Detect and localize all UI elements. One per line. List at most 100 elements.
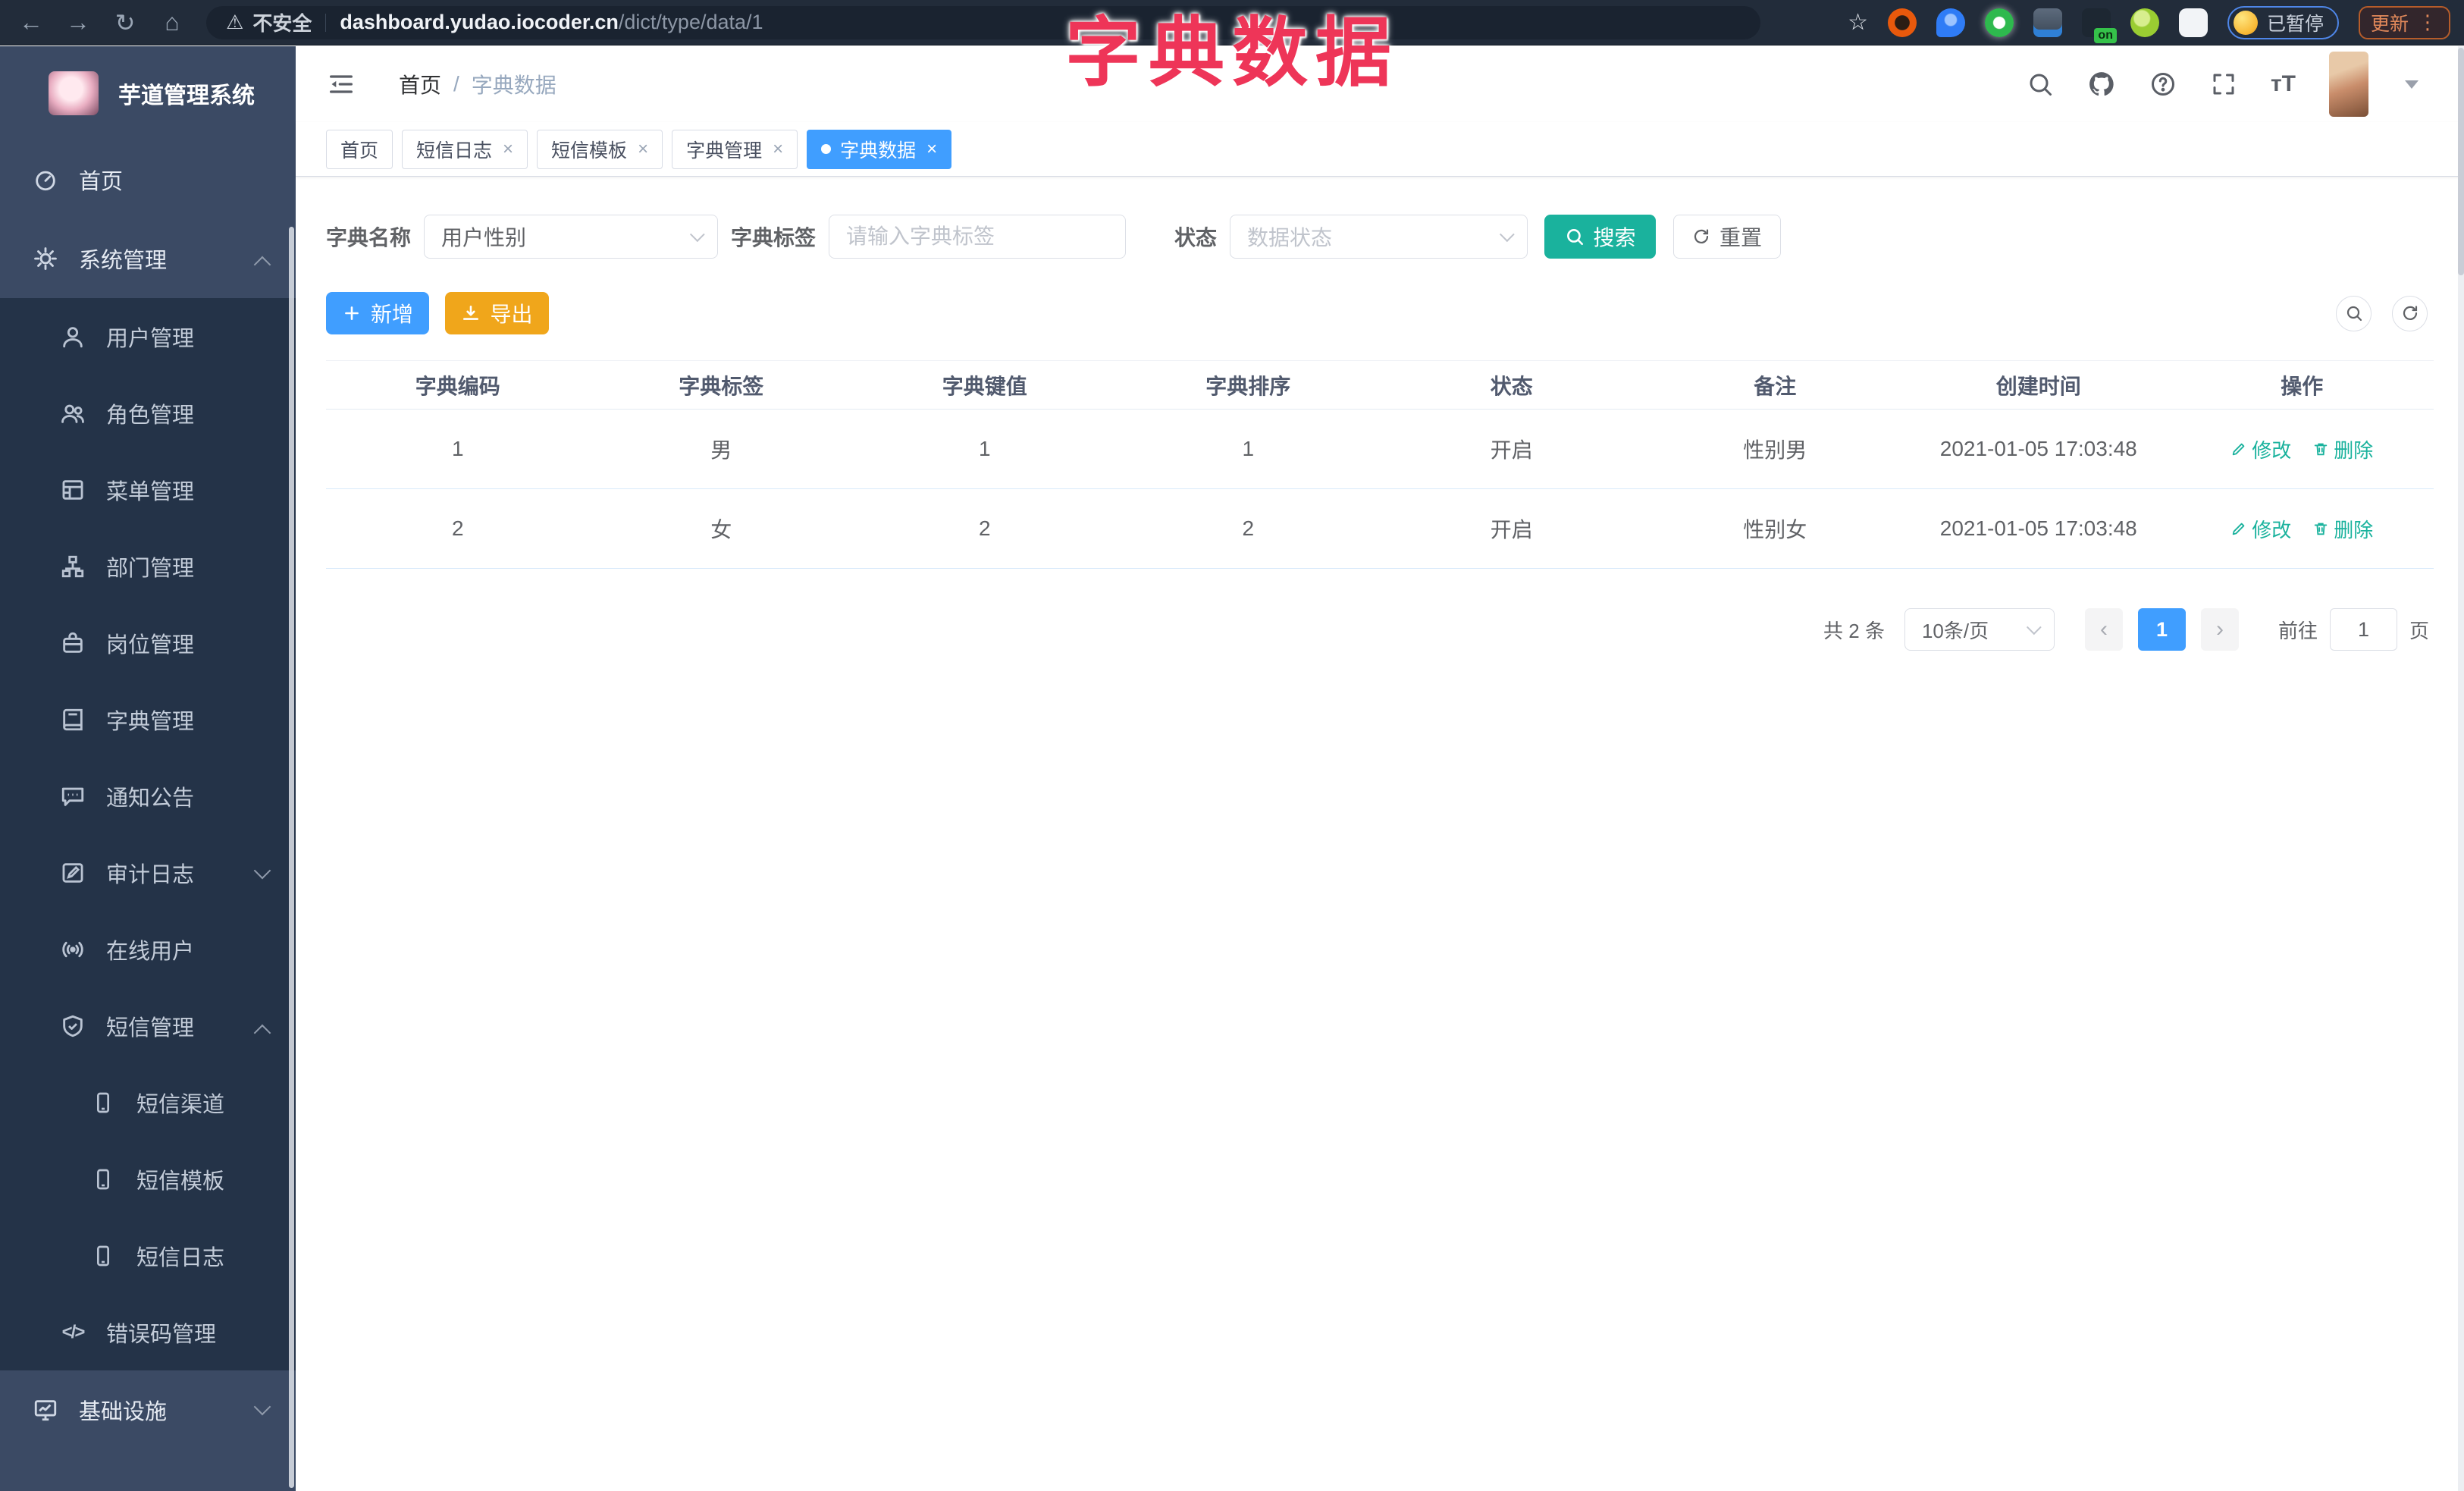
extensions-puzzle-icon[interactable] [2178, 8, 2208, 37]
chevron-down-icon [689, 227, 705, 243]
next-page-button[interactable]: › [2200, 608, 2239, 651]
book-icon [59, 707, 86, 733]
sidebar-item-menu-mgmt[interactable]: 菜单管理 [0, 451, 296, 528]
address-bar[interactable]: ⚠ 不安全 dashboard.yudao.iocoder.cn /dict/t… [206, 5, 1760, 39]
extension-icon-tampermonkey[interactable]: on [2081, 8, 2117, 43]
help-icon[interactable] [2149, 71, 2177, 98]
sidebar-item-infra[interactable]: 基础设施 [0, 1370, 296, 1449]
browser-menu-kebab-icon[interactable]: ⋮ [2418, 11, 2438, 34]
hide-search-button[interactable] [2336, 295, 2372, 331]
phone-icon [89, 1091, 117, 1115]
close-icon[interactable]: × [773, 139, 783, 160]
breadcrumb-home[interactable]: 首页 [399, 69, 441, 99]
refresh-table-button[interactable] [2392, 295, 2428, 331]
column-header: 字典编码 [415, 374, 500, 398]
user-avatar[interactable] [2329, 52, 2368, 117]
font-size-icon[interactable]: ᴛT [2271, 71, 2296, 97]
goto-page-input[interactable] [2329, 608, 2397, 651]
close-icon[interactable]: × [638, 139, 648, 160]
extension-on-badge: on [2094, 27, 2117, 43]
browser-back-icon[interactable]: ← [8, 8, 55, 36]
tab-dict-mgmt[interactable]: 字典管理 × [672, 129, 798, 169]
edit-link[interactable]: 修改 [2230, 435, 2291, 463]
close-icon[interactable]: × [503, 139, 513, 160]
delete-link[interactable]: 删除 [2312, 515, 2373, 543]
github-icon[interactable] [2087, 70, 2116, 99]
scrollbar-thumb[interactable] [2458, 48, 2464, 275]
extension-icon-orange[interactable] [1887, 8, 1917, 37]
sidebar-item-sms-mgmt[interactable]: 短信管理 [0, 987, 296, 1064]
sidebar-item-role-mgmt[interactable]: 角色管理 [0, 375, 296, 451]
breadcrumb-current: 字典数据 [471, 74, 556, 97]
reset-button[interactable]: 重置 [1673, 215, 1782, 259]
sidebar-item-user-mgmt[interactable]: 用户管理 [0, 298, 296, 375]
dict-label-input[interactable] [846, 224, 1109, 249]
plus-icon [345, 306, 359, 320]
sidebar-item-notice[interactable]: 通知公告 [0, 758, 296, 834]
close-icon[interactable]: × [926, 139, 937, 160]
sidebar-item-system-mgmt[interactable]: 系统管理 [0, 219, 296, 298]
tab-sms-log[interactable]: 短信日志 × [402, 129, 528, 169]
code-icon: </> [61, 1321, 86, 1342]
menu-list-icon [59, 477, 86, 503]
search-form: 字典名称 用户性别 字典标签 状态 数据状态 [326, 215, 2434, 259]
search-button[interactable]: 搜索 [1544, 215, 1657, 259]
sidebar-item-sms-log[interactable]: 短信日志 [0, 1217, 296, 1294]
edit-link[interactable]: 修改 [2230, 515, 2291, 543]
add-button[interactable]: 新增 [326, 292, 429, 334]
extension-icon-gray-bars[interactable] [2033, 8, 2062, 37]
refresh-icon [1694, 229, 1709, 243]
bookmark-star-icon[interactable]: ☆ [1848, 9, 1868, 36]
fullscreen-icon[interactable] [2210, 71, 2237, 98]
refresh-icon [2403, 306, 2417, 320]
tab-dict-data[interactable]: 字典数据 × [807, 129, 952, 169]
paused-label: 已暂停 [2266, 13, 2324, 35]
browser-scrollbar[interactable] [2458, 46, 2464, 1491]
goto-label: 前往 [2277, 619, 2318, 642]
sidebar-scrollbar[interactable] [289, 227, 294, 1488]
active-tab-dot [821, 144, 832, 154]
sidebar-item-error-code[interactable]: </> 错误码管理 [0, 1294, 296, 1370]
table-header-row: 字典编码 字典标签 字典键值 字典排序 状态 备注 创建时间 操作 [326, 361, 2434, 410]
status-select[interactable]: 数据状态 [1230, 215, 1528, 259]
sidebar-logo[interactable]: 芋道管理系统 [0, 46, 296, 140]
chevron-up-icon [253, 256, 271, 274]
sidebar-item-dict-mgmt[interactable]: 字典管理 [0, 681, 296, 758]
browser-update-button[interactable]: 更新 ⋮ [2358, 5, 2450, 39]
browser-reload-icon[interactable]: ↻ [102, 8, 149, 37]
sidebar-item-sms-template[interactable]: 短信模板 [0, 1141, 296, 1217]
sidebar-item-online-users[interactable]: 在线用户 [0, 911, 296, 987]
sidebar-collapse-icon[interactable] [326, 69, 356, 99]
recorder-paused-pill[interactable]: 已暂停 [2227, 5, 2339, 39]
goto-unit: 页 [2409, 619, 2429, 642]
trash-icon [2315, 523, 2328, 535]
sidebar-item-dept-mgmt[interactable]: 部门管理 [0, 528, 296, 604]
dict-name-select[interactable]: 用户性别 [424, 215, 719, 259]
column-header: 字典标签 [679, 374, 764, 398]
delete-link[interactable]: 删除 [2312, 435, 2373, 463]
prev-page-button[interactable]: ‹ [2084, 608, 2123, 651]
browser-forward-icon[interactable]: → [55, 8, 102, 36]
not-secure-label: 不安全 [252, 12, 312, 35]
tags-view-bar: 首页 短信日志 × 短信模板 × 字典管理 × 字典数据 × [296, 122, 2464, 177]
dict-name-label: 字典名称 [326, 226, 412, 250]
extension-icon-olive[interactable] [2130, 8, 2159, 37]
sidebar-item-audit-log[interactable]: 审计日志 [0, 834, 296, 911]
export-button[interactable]: 导出 [445, 292, 549, 334]
tab-home[interactable]: 首页 [326, 129, 393, 169]
extension-icon-green-check[interactable] [1984, 8, 2014, 37]
sidebar-item-post-mgmt[interactable]: 岗位管理 [0, 604, 296, 681]
sidebar-item-home[interactable]: 首页 [0, 140, 296, 219]
extension-icon-blue-drop[interactable] [1936, 8, 1965, 37]
pencil-icon [2232, 523, 2245, 535]
avatar-dropdown-caret-icon[interactable] [2405, 80, 2419, 89]
browser-home-icon[interactable]: ⌂ [149, 8, 196, 36]
current-page-button[interactable]: 1 [2137, 608, 2186, 651]
header-search-icon[interactable] [2027, 71, 2054, 98]
not-secure-warning-icon: ⚠ [226, 11, 244, 33]
tab-sms-template[interactable]: 短信模板 × [537, 129, 663, 169]
page-size-select[interactable]: 10条/页 [1904, 608, 2055, 651]
sidebar-item-sms-channel[interactable]: 短信渠道 [0, 1064, 296, 1141]
table-row: 2 女 2 2 开启 性别女 2021-01-05 17:03:48 修改 删除 [326, 489, 2434, 569]
breadcrumb: 首页 / 字典数据 [399, 69, 556, 99]
